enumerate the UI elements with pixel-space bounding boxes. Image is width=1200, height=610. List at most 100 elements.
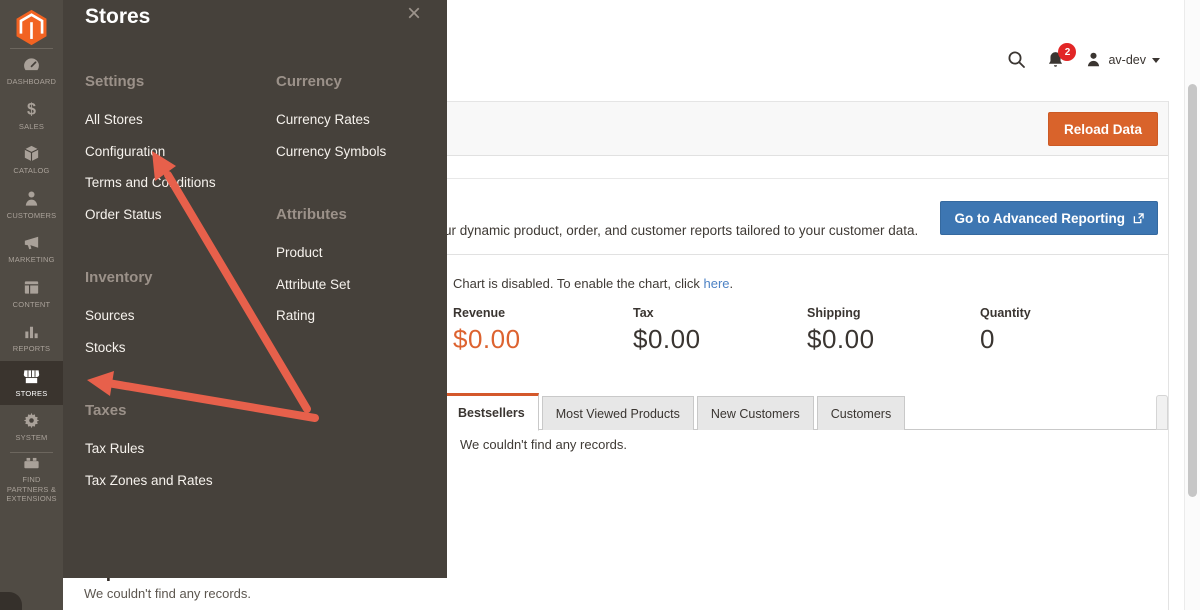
- content-right-border: [1168, 101, 1169, 610]
- sidebar-item-label: SALES: [18, 122, 45, 132]
- megaphone-icon: [22, 233, 41, 252]
- sidebar-item-content[interactable]: CONTENT: [0, 272, 63, 317]
- magento-logo-icon: [15, 9, 48, 46]
- sidebar-item-label: DASHBOARD: [6, 77, 57, 87]
- metric-value: 0: [980, 324, 1031, 355]
- stores-flyout-menu: Stores × Settings All Stores Configurati…: [63, 0, 447, 578]
- scrollbar-thumb[interactable]: [1188, 84, 1197, 497]
- sidebar-item-label: MARKETING: [7, 255, 55, 265]
- avatar-icon: [1085, 51, 1102, 68]
- menu-item-order-status[interactable]: Order Status: [85, 199, 265, 231]
- menu-item-rating[interactable]: Rating: [276, 300, 456, 332]
- flyout-section-heading: Attributes: [276, 205, 456, 225]
- brick-icon: [22, 453, 41, 472]
- sidebar-item-label: CUSTOMERS: [6, 211, 58, 221]
- admin-sidebar: DASHBOARD $ SALES CATALOG CUSTOMERS MARK…: [0, 0, 63, 610]
- sidebar-item-find-partners[interactable]: FIND PARTNERS & EXTENSIONS: [0, 455, 63, 503]
- chart-notice-period: .: [730, 276, 734, 291]
- metric-value: $0.00: [633, 324, 701, 355]
- tab-customers[interactable]: Customers: [817, 396, 905, 430]
- advanced-reporting-button-label: Go to Advanced Reporting: [954, 211, 1125, 226]
- metric-tax: Tax $0.00: [633, 306, 701, 355]
- flyout-section-settings: Settings All Stores Configuration Terms …: [85, 72, 265, 230]
- username-label: av-dev: [1108, 53, 1146, 67]
- sidebar-item-label: SYSTEM: [14, 433, 48, 443]
- sidebar-item-sales[interactable]: $ SALES: [0, 94, 63, 139]
- menu-item-configuration[interactable]: Configuration: [85, 136, 265, 168]
- notifications-button[interactable]: 2: [1046, 50, 1065, 69]
- menu-item-currency-symbols[interactable]: Currency Symbols: [276, 136, 456, 168]
- magento-logo[interactable]: [0, 0, 63, 48]
- flyout-section-taxes: Taxes Tax Rules Tax Zones and Rates: [85, 401, 265, 496]
- flyout-section-inventory: Inventory Sources Stocks: [85, 268, 265, 363]
- flyout-section-currency: Currency Currency Rates Currency Symbols: [276, 72, 456, 167]
- chevron-down-icon: [1152, 58, 1160, 63]
- reload-data-button[interactable]: Reload Data: [1048, 112, 1158, 146]
- chart-notice-text: Chart is disabled. To enable the chart, …: [453, 276, 704, 291]
- metric-label: Quantity: [980, 306, 1031, 320]
- metric-quantity: Quantity 0: [980, 306, 1031, 355]
- bar-chart-icon: [22, 322, 41, 341]
- go-to-advanced-reporting-button[interactable]: Go to Advanced Reporting: [940, 201, 1158, 235]
- metric-label: Shipping: [807, 306, 875, 320]
- box-icon: [22, 144, 41, 163]
- sidebar-item-label: CONTENT: [12, 300, 52, 310]
- menu-item-tax-rules[interactable]: Tax Rules: [85, 433, 265, 465]
- tab-strip-overflow: [1156, 395, 1168, 430]
- menu-item-stocks[interactable]: Stocks: [85, 332, 265, 364]
- metric-shipping: Shipping $0.00: [807, 306, 875, 355]
- svg-text:$: $: [27, 101, 36, 119]
- flyout-title: Stores: [85, 5, 150, 29]
- metric-label: Revenue: [453, 306, 521, 320]
- advanced-reporting-description: ur dynamic product, order, and customer …: [444, 223, 918, 238]
- metric-revenue: Revenue $0.00: [453, 306, 521, 355]
- metric-value: $0.00: [453, 324, 521, 355]
- user-menu[interactable]: av-dev: [1085, 51, 1160, 68]
- flyout-section-heading: Settings: [85, 72, 265, 92]
- sidebar-item-customers[interactable]: CUSTOMERS: [0, 183, 63, 228]
- notification-badge: 2: [1058, 43, 1076, 61]
- tab-new-customers[interactable]: New Customers: [697, 396, 814, 430]
- sidebar-item-label: FIND PARTNERS & EXTENSIONS: [0, 475, 63, 504]
- menu-item-terms-and-conditions[interactable]: Terms and Conditions: [85, 167, 265, 199]
- metric-value: $0.00: [807, 324, 875, 355]
- menu-item-product[interactable]: Product: [276, 237, 456, 269]
- menu-item-attribute-set[interactable]: Attribute Set: [276, 269, 456, 301]
- sidebar-item-reports[interactable]: REPORTS: [0, 316, 63, 361]
- dashboard-tabs: Bestsellers Most Viewed Products New Cus…: [444, 392, 905, 430]
- menu-item-all-stores[interactable]: All Stores: [85, 104, 265, 136]
- chart-disabled-notice: Chart is disabled. To enable the chart, …: [453, 276, 733, 291]
- sidebar-item-catalog[interactable]: CATALOG: [0, 138, 63, 183]
- gauge-icon: [22, 55, 41, 74]
- menu-item-sources[interactable]: Sources: [85, 300, 265, 332]
- gear-icon: [22, 411, 41, 430]
- flyout-section-heading: Taxes: [85, 401, 265, 421]
- sidebar-item-label: STORES: [15, 389, 49, 399]
- storefront-icon: [22, 367, 41, 386]
- flyout-section-attributes: Attributes Product Attribute Set Rating: [276, 205, 456, 332]
- search-icon[interactable]: [1007, 50, 1026, 69]
- external-link-icon: [1133, 213, 1144, 224]
- sidebar-item-stores[interactable]: STORES: [0, 361, 63, 406]
- flyout-section-heading: Inventory: [85, 268, 265, 288]
- sidebar-item-marketing[interactable]: MARKETING: [0, 227, 63, 272]
- flyout-section-heading: Currency: [276, 72, 456, 92]
- header-actions: 2 av-dev: [1007, 50, 1160, 69]
- tab-most-viewed-products[interactable]: Most Viewed Products: [542, 396, 694, 430]
- sidebar-item-dashboard[interactable]: DASHBOARD: [0, 49, 63, 94]
- person-icon: [22, 189, 41, 208]
- metric-label: Tax: [633, 306, 701, 320]
- sidebar-item-label: CATALOG: [12, 166, 50, 176]
- sidebar-item-system[interactable]: SYSTEM: [0, 405, 63, 450]
- scrollbar-track[interactable]: [1184, 0, 1200, 610]
- enable-chart-link[interactable]: here: [704, 276, 730, 291]
- sidebar-item-label: REPORTS: [12, 344, 52, 354]
- close-icon[interactable]: ×: [407, 2, 421, 26]
- top-search-terms-empty-text: We couldn't find any records.: [84, 586, 251, 601]
- menu-item-currency-rates[interactable]: Currency Rates: [276, 104, 456, 136]
- tab-panel-empty-text: We couldn't find any records.: [460, 437, 627, 452]
- menu-item-tax-zones-and-rates[interactable]: Tax Zones and Rates: [85, 465, 265, 497]
- tab-bestsellers[interactable]: Bestsellers: [444, 393, 539, 431]
- dollar-icon: $: [22, 100, 41, 119]
- layout-icon: [22, 278, 41, 297]
